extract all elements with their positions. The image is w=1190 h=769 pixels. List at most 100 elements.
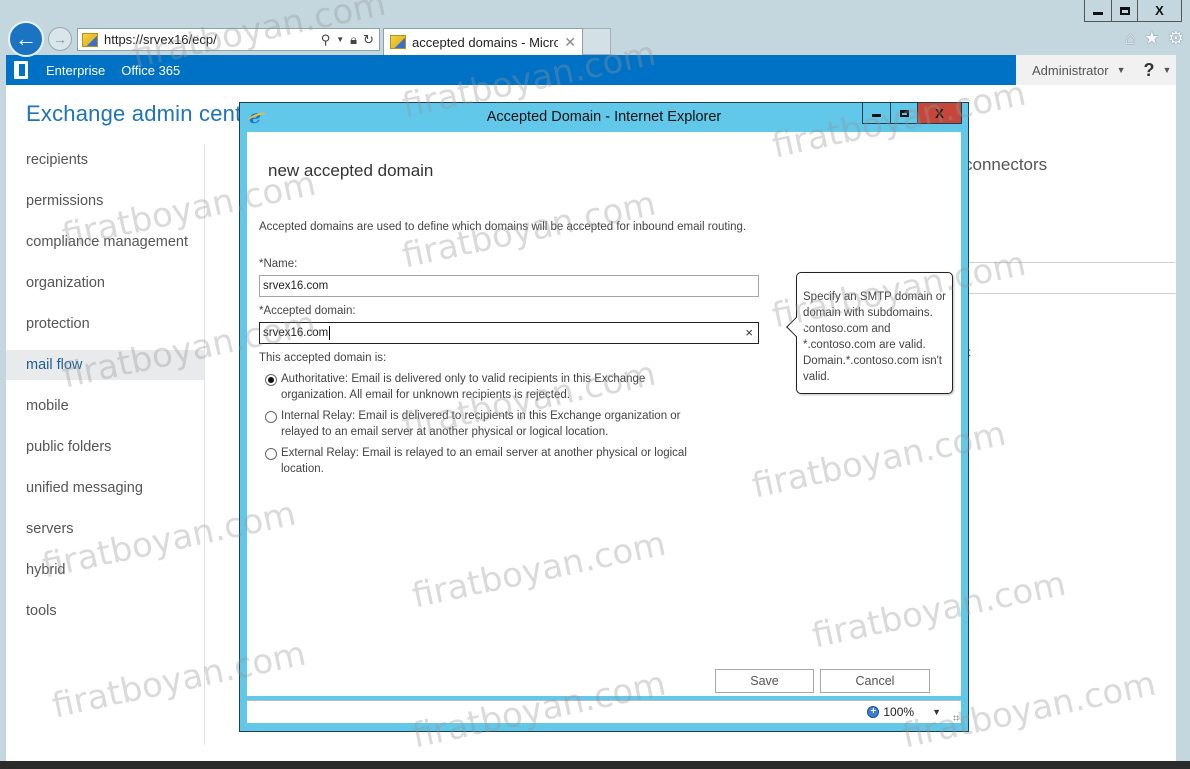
nav-item-label: mail flow <box>26 357 83 373</box>
maximize-icon <box>899 109 909 117</box>
radio-internal-relay[interactable]: Internal Relay: Email is delivered to re… <box>265 409 705 440</box>
lock-icon[interactable]: 🔒︎ <box>350 32 357 48</box>
search-icon[interactable]: ⚲ <box>321 32 331 48</box>
minimize-icon <box>872 114 881 117</box>
nav-link-enterprise[interactable]: Enterprise <box>46 63 105 78</box>
nav-item-label: mobile <box>26 398 69 414</box>
minimize-button[interactable] <box>1085 0 1111 21</box>
help-button[interactable]: ? <box>1144 60 1155 81</box>
nav-item-label: compliance management <box>26 234 189 250</box>
resize-grip[interactable] <box>953 715 959 721</box>
address-url[interactable]: https://srvex16/ecp/ <box>104 32 321 47</box>
radio-button-checked[interactable] <box>265 374 277 386</box>
help-tooltip: Specify an SMTP domain or domain with su… <box>796 272 953 394</box>
domain-type-label: This accepted domain is: <box>259 352 387 364</box>
radio-button[interactable] <box>265 411 277 423</box>
nav-link-office365[interactable]: Office 365 <box>121 63 180 78</box>
tooltip-text: Specify an SMTP domain or domain with su… <box>803 291 946 383</box>
nav-item-label: servers <box>26 521 74 537</box>
nav-item-recipients[interactable]: recipients <box>6 145 204 175</box>
nav-item-label: hybrid <box>26 562 66 578</box>
user-menu[interactable]: Administrator <box>1032 63 1109 78</box>
tab-favicon-icon <box>390 35 406 49</box>
accepted-domain-input-value: srvex16.com <box>263 327 329 339</box>
nav-item-permissions[interactable]: permissions <box>6 186 204 216</box>
nav-item-tools[interactable]: tools <box>6 596 204 626</box>
name-label: *Name: <box>259 258 298 270</box>
nav-item-hybrid[interactable]: hybrid <box>6 555 204 585</box>
nav-item-label: unified messaging <box>26 480 143 496</box>
dialog-window-title: Accepted Domain - Internet Explorer <box>486 109 722 125</box>
nav-item-public-folders[interactable]: public folders <box>6 432 204 462</box>
dialog-close-button[interactable]: X <box>917 103 961 123</box>
window-controls: X <box>1084 0 1182 22</box>
maximize-icon <box>1119 6 1130 15</box>
back-arrow-icon: ← <box>15 26 37 51</box>
nav-item-label: recipients <box>26 152 89 168</box>
forward-button[interactable]: → <box>48 27 72 51</box>
user-menu-caret-icon[interactable]: ▼ <box>1117 65 1126 75</box>
name-input[interactable]: srvex16.com <box>259 275 759 297</box>
nav-item-label: public folders <box>26 439 112 455</box>
dialog-heading: new accepted domain <box>268 161 434 180</box>
settings-gear-icon[interactable]: ⚙ <box>1168 28 1184 49</box>
nav-item-unified-messaging[interactable]: unified messaging <box>6 473 204 503</box>
refresh-icon[interactable]: ↻ <box>363 32 374 48</box>
radio-authoritative[interactable]: Authoritative: Email is delivered only t… <box>265 372 705 403</box>
taskbar-edge <box>0 761 1190 769</box>
office365-nav-bar: Enterprise Office 365 <box>6 55 1016 85</box>
maximize-button[interactable] <box>1111 0 1137 21</box>
home-icon[interactable]: ⌂ <box>1125 28 1136 49</box>
back-button[interactable]: ← <box>8 21 44 57</box>
nav-item-mobile[interactable]: mobile <box>6 391 204 421</box>
left-nav: recipients permissions compliance manage… <box>6 145 205 745</box>
cancel-button[interactable]: Cancel <box>820 669 930 693</box>
dialog-titlebar[interactable]: e Accepted Domain - Internet Explorer X <box>240 103 968 132</box>
help-caret-icon[interactable]: ▼ <box>1163 65 1172 75</box>
address-bar[interactable]: https://srvex16/ecp/ ⚲ ▼ 🔒︎ ↻ <box>77 28 380 51</box>
nav-item-mail-flow[interactable]: mail flow <box>6 350 204 380</box>
page-title: Exchange admin center <box>26 101 262 126</box>
browser-toolbar-icons: ⌂ ★ ⚙ <box>1125 28 1184 49</box>
favorites-star-icon[interactable]: ★ <box>1144 28 1160 49</box>
nav-item-protection[interactable]: protection <box>6 309 204 339</box>
dialog-window-controls: X <box>862 103 962 124</box>
dialog-body: new accepted domain Accepted domains are… <box>247 132 961 696</box>
dialog-minimize-button[interactable] <box>863 103 890 123</box>
tab-close-icon[interactable]: ✕ <box>558 34 582 51</box>
close-button[interactable]: X <box>1137 0 1181 21</box>
user-bar: Administrator ▼ ? ▼ <box>1016 55 1176 85</box>
accepted-domain-label: *Accepted domain: <box>259 305 356 317</box>
text-cursor <box>329 326 331 340</box>
tab-title: accepted domains - Micros... <box>412 34 559 50</box>
radio-button[interactable] <box>265 448 277 460</box>
nav-item-label: permissions <box>26 193 104 209</box>
new-tab-button[interactable] <box>583 28 611 55</box>
tab-connectors[interactable]: connectors <box>964 155 1047 175</box>
name-input-value: srvex16.com <box>263 280 329 292</box>
dialog-description: Accepted domains are used to define whic… <box>259 221 747 233</box>
nav-item-servers[interactable]: servers <box>6 514 204 544</box>
accepted-domain-dialog: e Accepted Domain - Internet Explorer X … <box>239 102 969 732</box>
radio-external-relay[interactable]: External Relay: Email is relayed to an e… <box>265 446 705 477</box>
zoom-dropdown-caret-icon[interactable]: ▼ <box>932 707 941 717</box>
office-logo-icon[interactable] <box>14 61 28 79</box>
accepted-domain-input[interactable]: srvex16.com × <box>259 322 759 344</box>
clear-input-icon[interactable]: × <box>745 325 753 340</box>
divider <box>968 293 1175 294</box>
dialog-maximize-button[interactable] <box>890 103 917 123</box>
zoom-control[interactable]: + 100% ▼ <box>867 705 941 719</box>
nav-item-label: tools <box>26 603 57 619</box>
radio-label: Authoritative: Email is delivered only t… <box>281 373 646 401</box>
nav-item-compliance-management[interactable]: compliance management <box>6 227 204 257</box>
browser-tab-active[interactable]: accepted domains - Micros... ✕ <box>383 28 583 55</box>
save-button[interactable]: Save <box>715 669 814 693</box>
zoom-magnifier-icon: + <box>867 706 880 718</box>
dialog-status-bar: + 100% ▼ <box>247 700 961 723</box>
minimize-icon <box>1093 12 1103 15</box>
dropdown-caret-icon[interactable]: ▼ <box>336 35 344 44</box>
nav-item-organization[interactable]: organization <box>6 268 204 298</box>
nav-item-label: organization <box>26 275 105 291</box>
forward-arrow-icon: → <box>53 31 67 47</box>
radio-label: External Relay: Email is relayed to an e… <box>281 447 687 475</box>
